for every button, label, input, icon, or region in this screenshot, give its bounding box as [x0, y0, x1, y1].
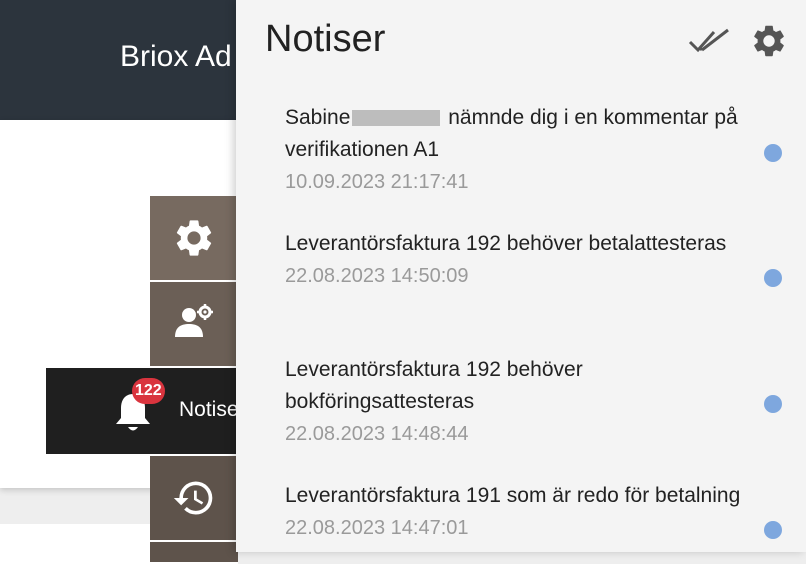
notification-text: Sabine nämnde dig i en kommentar på veri… — [285, 102, 745, 166]
notification-item[interactable]: Sabine nämnde dig i en kommentar på veri… — [285, 102, 745, 198]
unread-dot[interactable] — [764, 144, 782, 162]
notification-item[interactable]: Leverantörsfaktura 192 behöver bokföring… — [285, 354, 745, 450]
notification-item[interactable]: Leverantörsfaktura 192 behöver betalatte… — [285, 228, 745, 292]
notification-timestamp: 22.08.2023 14:47:01 — [285, 517, 469, 539]
history-icon — [173, 481, 213, 515]
notification-timestamp: 22.08.2023 14:50:09 — [285, 265, 469, 287]
app-title: Briox Ad — [120, 40, 232, 73]
history-button[interactable] — [150, 456, 238, 540]
notification-text: Leverantörsfaktura 192 behöver betalatte… — [285, 232, 727, 255]
toolbar-extra-button[interactable] — [150, 542, 238, 562]
notifications-panel: Notiser Sabine nämnde dig i en kommentar… — [236, 0, 806, 552]
panel-title: Notiser — [265, 18, 386, 60]
notification-timestamp: 22.08.2023 14:48:44 — [285, 423, 469, 445]
notification-timestamp: 10.09.2023 21:17:41 — [285, 171, 469, 193]
notification-author: Sabine — [285, 106, 351, 129]
redacted-name — [352, 110, 441, 127]
notifications-button[interactable]: 122 Notiser — [46, 368, 246, 454]
unread-dot[interactable] — [764, 395, 782, 413]
notification-count-badge: 122 — [132, 378, 165, 404]
notification-text: Leverantörsfaktura 191 som är redo för b… — [285, 484, 741, 507]
notification-text: Leverantörsfaktura 192 behöver bokföring… — [285, 358, 583, 413]
unread-dot[interactable] — [764, 269, 782, 287]
notification-item[interactable]: Leverantörsfaktura 191 som är redo för b… — [285, 480, 745, 544]
notification-settings-icon[interactable] — [750, 22, 788, 60]
mark-all-read-icon[interactable] — [688, 26, 732, 54]
user-gear-icon — [175, 304, 213, 337]
unread-dot[interactable] — [764, 521, 782, 539]
gear-icon — [176, 220, 212, 256]
settings-button[interactable] — [150, 196, 238, 280]
user-settings-button[interactable] — [150, 282, 238, 366]
